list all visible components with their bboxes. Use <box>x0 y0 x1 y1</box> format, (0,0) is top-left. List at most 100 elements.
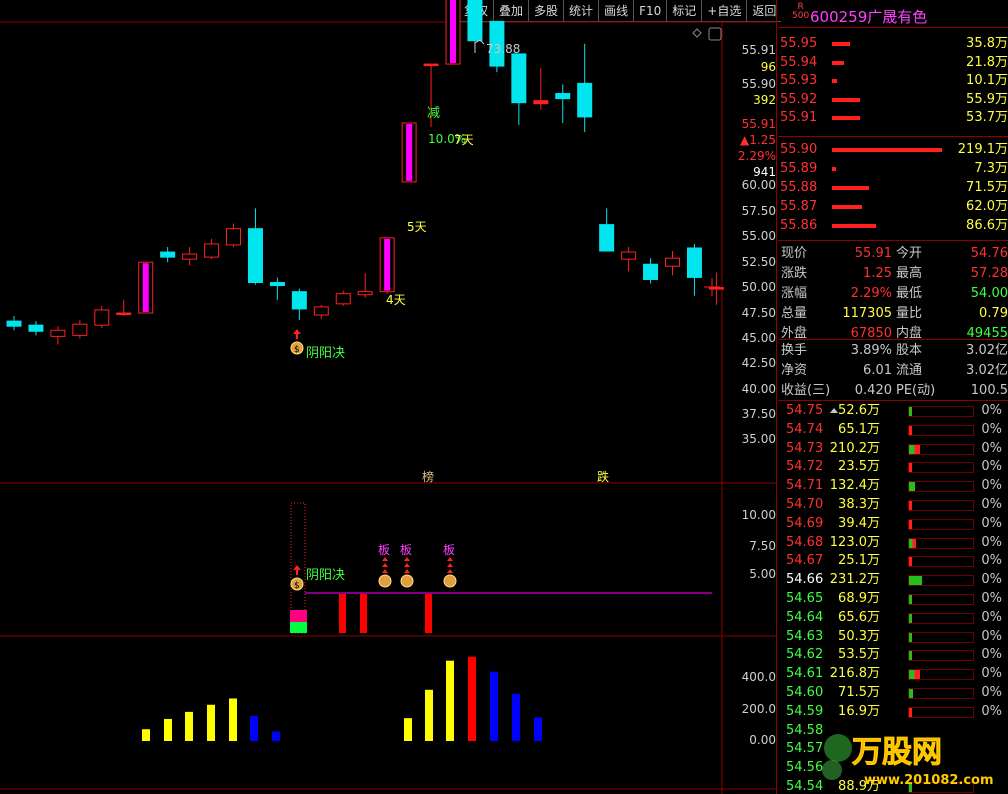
volume-bar <box>250 715 258 741</box>
distribution-bar-frame <box>908 481 974 493</box>
distribution-bar <box>909 407 913 416</box>
orderbook-volume: 35.8万 <box>966 36 1008 51</box>
day5-label: 5天 <box>407 220 427 234</box>
candle <box>313 306 329 316</box>
orderbook-price: 55.86 <box>780 218 818 233</box>
distribution-bar <box>909 538 916 548</box>
scroll-icon <box>708 27 722 41</box>
orderbook-price: 55.93 <box>780 73 818 89</box>
up-arrow-icon <box>447 563 453 567</box>
separator <box>778 339 1008 340</box>
orderbook-volume: 10.1万 <box>966 73 1008 89</box>
orderbook-price: 55.92 <box>780 91 818 107</box>
orderbook-price: 55.87 <box>780 199 818 214</box>
signal-bar <box>360 594 367 633</box>
quote-value: 117305 <box>842 306 892 321</box>
volume-bar <box>185 711 193 741</box>
quote-label: 换手 <box>781 343 808 358</box>
distribution-percent: 0% <box>981 515 1002 531</box>
distribution-row: 54.74 65.1万 0% <box>778 420 1008 439</box>
candle <box>94 309 110 326</box>
candle <box>335 293 351 305</box>
quote-label: 涨跌 <box>781 266 808 281</box>
ban-label: 板 <box>378 543 390 557</box>
quote-value: 1.25 <box>863 266 892 281</box>
money-bag-icon <box>443 574 457 588</box>
money-bag-icon <box>400 574 414 588</box>
distribution-bar-frame <box>908 443 974 455</box>
price-axis-label: 42.50 <box>741 356 776 370</box>
candle <box>577 82 593 118</box>
orderbook-volume: 62.0万 <box>966 199 1008 214</box>
annotations: 73.88减10.0%7天5天4天$ 阴阳决榜 跌$阴阳决 <box>290 39 609 591</box>
distribution-percent: 0% <box>981 553 1002 569</box>
distribution-row: 54.62 53.5万 0% <box>778 645 1008 664</box>
volume-axis-label: 0.00 <box>749 733 776 747</box>
volume-bar <box>164 718 172 741</box>
volume-bar <box>142 729 150 741</box>
distribution-percent: 0% <box>981 628 1002 644</box>
quote-value: 0.420 <box>854 383 892 398</box>
distribution-bar <box>909 613 913 623</box>
orderbook-volume: 55.9万 <box>966 91 1008 107</box>
up-arrow-icon <box>382 569 388 573</box>
distribution-bar-frame <box>908 706 974 718</box>
distribution-percent: 0% <box>981 685 1002 700</box>
candle <box>423 63 439 67</box>
up-arrow-icon <box>382 563 388 567</box>
die-label: 跌 <box>597 469 609 484</box>
orderbook-price: 55.94 <box>780 54 818 70</box>
ban-label: 板 <box>400 543 412 557</box>
volume-bar <box>446 660 454 741</box>
orderbook-row: 55.92 55.9万 <box>778 90 1008 110</box>
signal-axis-label: 7.50 <box>749 539 776 553</box>
distribution-volume: 65.1万 <box>838 421 880 437</box>
signal-bar <box>339 594 346 633</box>
distribution-percent: 0% <box>981 403 1002 418</box>
candle <box>665 257 680 267</box>
distribution-price: 54.56 <box>786 760 824 776</box>
candle-body <box>142 263 149 312</box>
distribution-bar-frame <box>908 406 974 417</box>
distribution-bar <box>909 482 915 492</box>
volume-bar <box>404 718 412 741</box>
distribution-row: 54.60 71.5万 0% <box>778 683 1008 702</box>
distribution-bar-frame <box>908 612 974 624</box>
orderbook-volume: 71.5万 <box>966 180 1008 195</box>
yinyang-label-2: 阴阳决 <box>306 568 345 583</box>
quote-value: 57.28 <box>970 266 1008 281</box>
price-axis-label: 50.00 <box>741 280 776 294</box>
distribution-percent: 0% <box>981 591 1002 606</box>
distribution-row: 54.73 210.2万 0% <box>778 439 1008 458</box>
high-marker <box>474 39 485 53</box>
price-axis-label: 57.50 <box>741 204 776 218</box>
separator <box>778 136 1008 137</box>
distribution-volume: 123.0万 <box>829 534 880 550</box>
orderbook-row: 55.93 10.1万 <box>778 71 1008 91</box>
distribution-bar <box>909 670 920 680</box>
volume-bar <box>425 689 433 741</box>
distribution-volume: 132.4万 <box>829 478 880 494</box>
distribution-bar-frame <box>908 500 974 511</box>
price-axis-label: 37.50 <box>741 407 776 421</box>
distribution-bar <box>909 444 920 454</box>
distribution-percent: 0% <box>981 647 1002 663</box>
distribution-bar <box>909 463 912 473</box>
distribution-bar <box>909 595 913 604</box>
quote-value: 0.79 <box>979 306 1008 321</box>
quote-value: 3.02亿 <box>966 343 1008 358</box>
volume-bar <box>468 656 476 741</box>
orderbook-volume-bar <box>832 167 836 171</box>
candle <box>599 224 615 252</box>
orderbook-price: 55.88 <box>780 180 818 195</box>
distribution-percent: 0% <box>981 572 1002 588</box>
distribution-bar <box>909 689 913 698</box>
candle <box>6 320 22 327</box>
orderbook-row: 55.91 53.7万 <box>778 108 1008 128</box>
distribution-bar-frame <box>908 650 974 662</box>
quote-value: 54.00 <box>970 286 1008 301</box>
price-chart[interactable]: 板板板 73.88减10.0%7天5天4天$ 阴阳决榜 跌$阴阳决 <box>0 0 776 794</box>
distribution-row: 54.71 132.4万 0% <box>778 476 1008 495</box>
quote-label: 最高 <box>896 266 923 281</box>
orderbook-price: 55.90 <box>780 142 818 157</box>
